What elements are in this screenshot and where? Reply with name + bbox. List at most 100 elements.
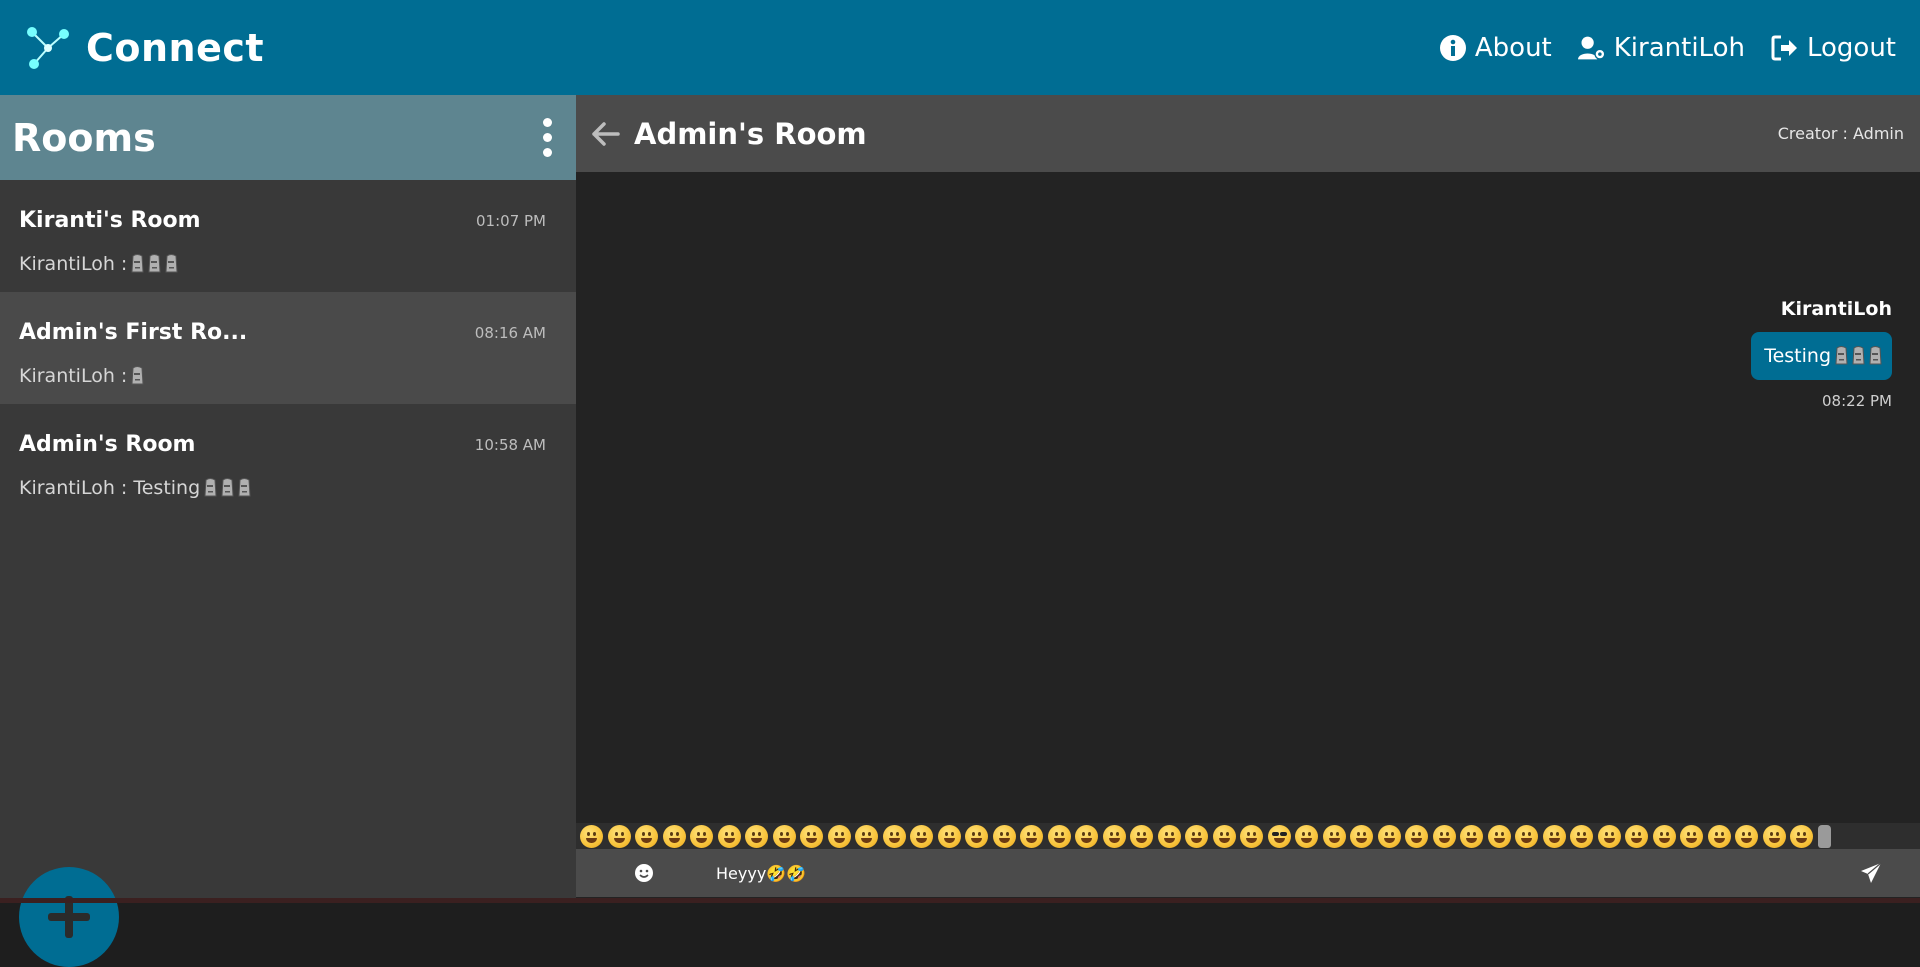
room-preview: KirantiLoh : [19,253,546,275]
user-cog-icon [1577,36,1606,60]
top-navbar: Connect About KirantiLoh Logout [0,0,1920,95]
emoji-option-icon[interactable] [580,824,603,848]
emoji-option-icon[interactable] [1240,824,1263,848]
emoji-option-icon[interactable] [910,824,933,848]
nav-links: About KirantiLoh Logout [1439,33,1896,63]
bottom-edge [0,898,1920,903]
room-item[interactable]: Admin's Room 10:58 AM KirantiLoh : Testi… [0,404,576,516]
room-item[interactable]: Kiranti's Room 01:07 PM KirantiLoh : [0,180,576,292]
emoji-option-icon[interactable] [635,824,658,848]
emoji-option-icon[interactable] [1762,824,1786,848]
emoji-option-icon[interactable] [1102,824,1126,848]
kebab-menu-icon[interactable] [533,114,562,161]
emoji-option-icon[interactable] [800,824,823,848]
emoji-option-icon[interactable] [1735,824,1758,848]
room-name: Kiranti's Room [19,208,201,233]
message-sender: KirantiLoh [1780,298,1892,320]
emoji-option-icon[interactable] [717,824,741,848]
emoji-option-icon[interactable] [690,824,713,848]
arrow-left-icon[interactable] [590,118,622,150]
brand[interactable]: Connect [24,24,264,72]
emoji-option-icon[interactable] [1680,824,1703,848]
emoji-option-icon[interactable] [1020,824,1043,848]
emoji-option-icon[interactable] [937,824,961,848]
message-bubble: Testing [1751,332,1892,380]
rooms-sidebar: Rooms Kiranti's Room 01:07 PM KirantiLoh… [0,95,576,967]
room-time: 08:16 AM [474,323,546,342]
sign-out-icon [1771,35,1797,60]
moai-emoji-icon [131,254,144,273]
paper-plane-icon[interactable] [1860,862,1882,884]
logout-link[interactable]: Logout [1771,33,1896,63]
emoji-option-icon[interactable] [1652,824,1676,848]
emoji-option-icon[interactable] [1350,824,1373,848]
username-label: KirantiLoh [1613,32,1745,63]
emoji-option-icon[interactable] [1432,824,1456,848]
chat-creator: Creator : Admin [1777,124,1904,143]
moai-emoji-icon [1852,346,1865,365]
logout-label: Logout [1806,32,1896,63]
emoji-option-icon[interactable] [1570,824,1593,848]
emoji-option-icon[interactable] [1817,824,1831,848]
emoji-option-icon[interactable] [1405,824,1428,848]
emoji-option-icon[interactable] [1625,824,1648,848]
emoji-option-icon[interactable] [1157,824,1181,848]
room-preview: KirantiLoh : [19,365,546,387]
message-list: KirantiLoh Testing 08:22 PM [576,172,1920,822]
message-input[interactable] [714,862,1778,884]
room-preview-text: KirantiLoh : [19,365,128,387]
message: KirantiLoh Testing 08:22 PM [1751,298,1892,410]
emoji-option-icon[interactable] [1267,824,1291,848]
chat-header: Admin's Room Creator : Admin [576,95,1920,172]
emoji-option-icon[interactable] [992,824,1016,848]
info-circle-icon [1439,34,1466,61]
about-link[interactable]: About [1439,33,1552,63]
emoji-option-icon[interactable] [1790,824,1813,848]
emoji-option-icon[interactable] [1707,824,1731,848]
profile-link[interactable]: KirantiLoh [1577,32,1745,63]
emoji-option-icon[interactable] [745,824,768,848]
room-name: Admin's First Ro... [19,320,248,345]
emoji-option-icon[interactable] [1212,824,1236,848]
emoji-option-icon[interactable] [882,824,906,848]
emoji-option-icon[interactable] [1185,824,1208,848]
emoji-option-icon[interactable] [827,824,851,848]
emoji-option-icon[interactable] [1487,824,1511,848]
emoji-option-icon[interactable] [1130,824,1153,848]
moai-emoji-icon [238,478,251,497]
emoji-option-icon[interactable] [965,824,988,848]
emoji-option-icon[interactable] [1295,824,1318,848]
message-text: Testing [1764,345,1831,367]
room-time: 10:58 AM [474,435,546,454]
emoji-option-icon[interactable] [1377,824,1401,848]
sidebar-title: Rooms [12,115,156,160]
moai-emoji-icon [1869,346,1882,365]
emoji-option-icon[interactable] [1597,824,1621,848]
moai-emoji-icon [221,478,234,497]
emoji-option-icon[interactable] [1542,824,1566,848]
emoji-option-icon[interactable] [1460,824,1483,848]
emoji-option-icon[interactable] [662,824,686,848]
about-label: About [1474,32,1552,63]
emoji-picker [576,823,1920,849]
moai-emoji-icon [204,478,217,497]
brand-name: Connect [86,25,265,70]
chat-panel: Admin's Room Creator : Admin KirantiLoh … [576,95,1920,903]
chat-title: Admin's Room [634,116,867,151]
network-logo-icon [27,26,69,69]
moai-emoji-icon [1835,346,1848,365]
emoji-option-icon[interactable] [1515,824,1538,848]
room-preview-text: KirantiLoh : [19,253,128,275]
emoji-option-icon[interactable] [1075,824,1098,848]
add-room-button[interactable] [19,867,119,967]
message-composer [576,849,1920,897]
emoji-option-icon[interactable] [607,824,631,848]
emoji-option-icon[interactable] [1047,824,1071,848]
emoji-option-icon[interactable] [855,824,878,848]
emoji-option-icon[interactable] [772,824,796,848]
smile-icon[interactable] [634,863,654,883]
emoji-option-icon[interactable] [1322,824,1346,848]
room-item[interactable]: Admin's First Ro... 08:16 AM KirantiLoh … [0,292,576,404]
moai-emoji-icon [131,366,144,385]
sidebar-header: Rooms [0,95,576,180]
